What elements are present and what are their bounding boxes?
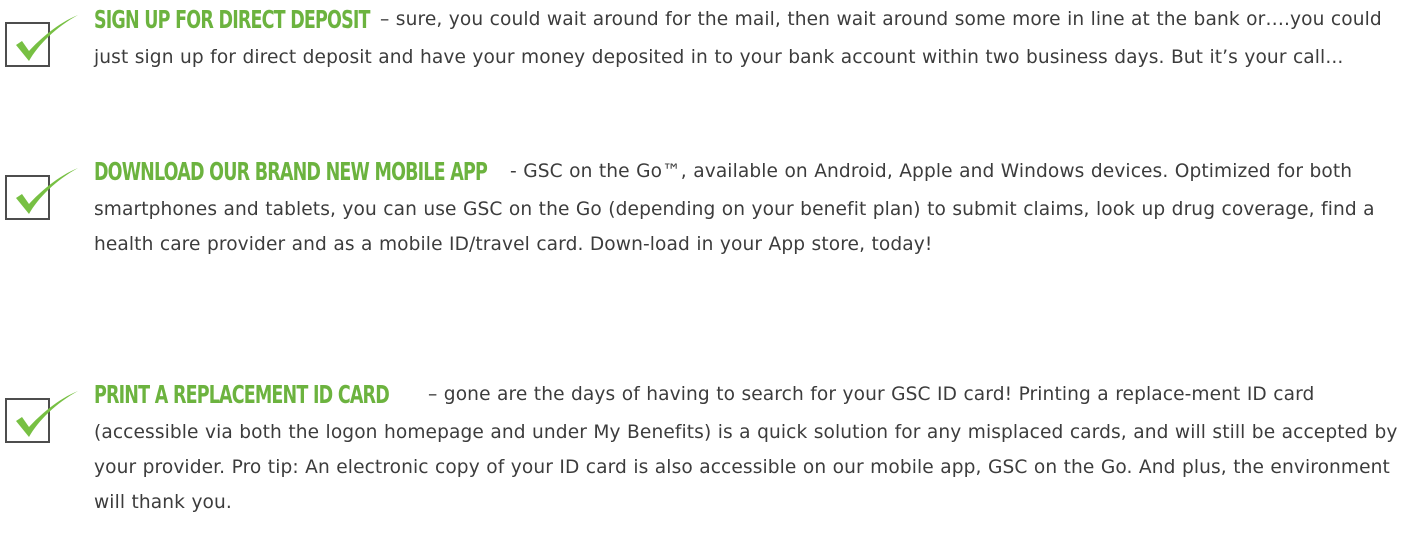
tip-heading: DOWNLOAD OUR BRAND NEW MOBILE APP (94, 157, 488, 186)
checkbox-checked-icon (2, 158, 78, 220)
checkbox-checked-icon (2, 5, 78, 67)
tip-heading: PRINT A REPLACEMENT ID CARD (94, 380, 390, 409)
checkbox-checked-icon (2, 381, 78, 443)
tip-heading: SIGN UP FOR DIRECT DEPOSIT (94, 5, 370, 34)
